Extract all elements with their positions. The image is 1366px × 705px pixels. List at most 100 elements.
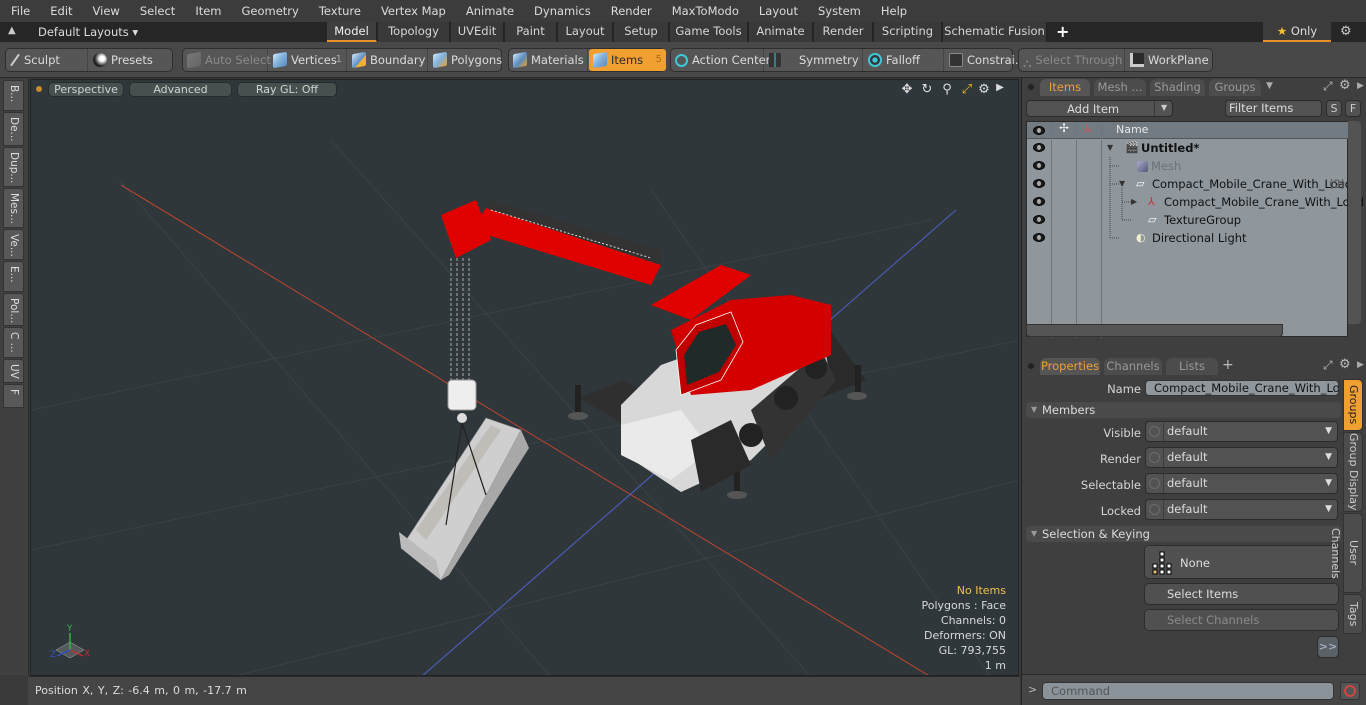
menu-select[interactable]: Select bbox=[129, 0, 184, 22]
left-tab-basic[interactable]: B... bbox=[3, 80, 24, 111]
tab-scripting[interactable]: Scripting bbox=[874, 22, 942, 42]
menu-dynamics[interactable]: Dynamics bbox=[523, 0, 600, 22]
visible-dropdown[interactable]: default ▼ bbox=[1145, 421, 1338, 442]
left-tab-uv[interactable]: UV bbox=[3, 359, 24, 383]
tab-render[interactable]: Render bbox=[814, 22, 873, 42]
menu-view[interactable]: View bbox=[82, 0, 129, 22]
menu-help[interactable]: Help bbox=[870, 0, 916, 22]
tab-channels[interactable]: Channels bbox=[1104, 358, 1162, 375]
tab-topology[interactable]: Topology bbox=[378, 22, 450, 42]
more-button[interactable]: >> bbox=[1317, 636, 1339, 658]
constraints-button[interactable]: Constrai... bbox=[945, 49, 1026, 71]
left-tab-fusion[interactable]: F ... bbox=[3, 384, 24, 408]
panel-arrow-icon[interactable]: ▶ bbox=[1357, 81, 1364, 91]
left-tab-deform[interactable]: De... bbox=[3, 112, 24, 146]
left-tab-vertex[interactable]: Ve... bbox=[3, 229, 24, 260]
tree-row-mesh[interactable]: Mesh bbox=[1027, 157, 1349, 175]
tab-uvedit[interactable]: UVEdit bbox=[451, 22, 504, 42]
tab-animate[interactable]: Animate bbox=[749, 22, 813, 42]
select-through-button[interactable]: ⛬ Select Through bbox=[1019, 49, 1125, 71]
tab-game-tools[interactable]: Game Tools bbox=[670, 22, 748, 42]
panel-options-dot[interactable] bbox=[1028, 84, 1034, 90]
action-center-button[interactable]: Action Center bbox=[671, 49, 770, 71]
items-button[interactable]: Items 5 bbox=[589, 49, 666, 71]
maximize-panel-icon[interactable]: ⤢ bbox=[1323, 79, 1333, 94]
select-items-button[interactable]: Select Items bbox=[1144, 583, 1339, 605]
gear-icon[interactable]: ⚙ bbox=[1340, 24, 1352, 39]
tab-lists[interactable]: Lists bbox=[1166, 358, 1218, 375]
raygl-button[interactable]: Ray GL: Off bbox=[237, 82, 337, 97]
visibility-toggle-icon[interactable] bbox=[1033, 179, 1045, 188]
auto-select-button[interactable]: Auto Select bbox=[183, 49, 271, 71]
side-tab-user-channels[interactable]: User Channels bbox=[1329, 513, 1363, 593]
visibility-toggle-icon[interactable] bbox=[1033, 215, 1045, 224]
shading-mode-button[interactable]: Advanced bbox=[129, 82, 232, 97]
panel-arrow-icon[interactable]: ▶ bbox=[1357, 360, 1364, 370]
tab-paint[interactable]: Paint bbox=[505, 22, 557, 42]
only-filter-tab[interactable]: ★ Only bbox=[1263, 22, 1331, 42]
f-filter-button[interactable]: F bbox=[1345, 100, 1361, 117]
items-horizontal-scrollbar[interactable] bbox=[1026, 324, 1283, 337]
selectable-dropdown[interactable]: default ▼ bbox=[1145, 473, 1338, 494]
name-input[interactable]: Compact_Mobile_Crane_With_Load (3 bbox=[1145, 380, 1339, 396]
left-tab-mesh-edit[interactable]: Mes... bbox=[3, 188, 24, 228]
expand-arrow-icon[interactable]: ▶ bbox=[992, 82, 1008, 93]
menu-file[interactable]: File bbox=[0, 0, 39, 22]
3d-viewport[interactable]: Y X Z Perspective Advanced Ray GL: Off ✥… bbox=[30, 79, 1019, 676]
command-input[interactable]: Command bbox=[1042, 682, 1334, 700]
menu-animate[interactable]: Animate bbox=[455, 0, 523, 22]
tab-items[interactable]: Items bbox=[1040, 79, 1090, 96]
vertices-button[interactable]: Vertices 1 bbox=[269, 49, 347, 71]
collapse-up-icon[interactable]: ▲ bbox=[8, 25, 16, 36]
rotate-icon[interactable]: ↻ bbox=[919, 82, 935, 97]
side-tab-tags[interactable]: Tags bbox=[1343, 594, 1363, 634]
tree-row-crane-group[interactable]: ▼ ▱ Compact_Mobile_Crane_With_Load (2) bbox=[1027, 175, 1352, 193]
concrete-load[interactable] bbox=[399, 417, 529, 581]
items-vertical-scrollbar[interactable] bbox=[1348, 121, 1361, 324]
view-mode-button[interactable]: Perspective bbox=[48, 82, 124, 97]
viewport-options-dot[interactable] bbox=[36, 86, 42, 92]
tree-row-untitled[interactable]: ▼ 🎬 Untitled* bbox=[1027, 139, 1349, 157]
panel-gear-icon[interactable]: ⚙ bbox=[1339, 78, 1351, 93]
menu-geometry[interactable]: Geometry bbox=[231, 0, 308, 22]
panel-options-dot[interactable] bbox=[1028, 363, 1034, 369]
menu-maxtomodo[interactable]: MaxToModo bbox=[661, 0, 748, 22]
tab-groups[interactable]: Groups bbox=[1209, 79, 1261, 96]
selection-keying-section-header[interactable]: ▼ Selection & Keying bbox=[1026, 526, 1341, 542]
left-tab-duplicate[interactable]: Dup... bbox=[3, 147, 24, 187]
pan-icon[interactable]: ✥ bbox=[899, 82, 915, 97]
menu-texture[interactable]: Texture bbox=[308, 0, 370, 22]
polygons-button[interactable]: Polygons bbox=[429, 49, 502, 71]
boundary-button[interactable]: Boundary bbox=[348, 49, 428, 71]
menu-system[interactable]: System bbox=[807, 0, 870, 22]
materials-button[interactable]: Materials bbox=[509, 49, 588, 71]
side-tab-groups[interactable]: Groups bbox=[1343, 379, 1363, 431]
tree-row-texturegroup[interactable]: ▱ TextureGroup bbox=[1027, 211, 1349, 229]
s-filter-button[interactable]: S bbox=[1326, 100, 1342, 117]
locked-dropdown[interactable]: default ▼ bbox=[1145, 499, 1338, 520]
zoom-icon[interactable]: ⚲ bbox=[939, 82, 955, 97]
menu-render[interactable]: Render bbox=[600, 0, 661, 22]
side-tab-group-display[interactable]: Group Display bbox=[1343, 432, 1363, 512]
left-tab-edge[interactable]: E... bbox=[3, 261, 24, 292]
maximize-panel-icon[interactable]: ⤢ bbox=[1323, 358, 1333, 373]
sculpt-button[interactable]: Sculpt bbox=[6, 49, 88, 71]
expand-arrow-icon[interactable]: ▶ bbox=[1131, 193, 1137, 211]
tree-row-directional-light[interactable]: ◐ Directional Light bbox=[1027, 229, 1349, 247]
tree-row-crane-locator[interactable]: ▶ ⅄ Compact_Mobile_Crane_With_Load bbox=[1027, 193, 1364, 211]
render-dropdown[interactable]: default ▼ bbox=[1145, 447, 1338, 468]
expand-arrow-icon[interactable]: ▼ bbox=[1107, 139, 1113, 157]
menu-edit[interactable]: Edit bbox=[39, 0, 81, 22]
tab-setup[interactable]: Setup bbox=[614, 22, 669, 42]
menu-item[interactable]: Item bbox=[184, 0, 230, 22]
visibility-toggle-icon[interactable] bbox=[1033, 197, 1045, 206]
tab-mesh[interactable]: Mesh ... bbox=[1094, 79, 1146, 96]
visibility-toggle-icon[interactable] bbox=[1033, 143, 1045, 152]
left-tab-curve[interactable]: C ... bbox=[3, 327, 24, 358]
left-tab-polygon[interactable]: Pol... bbox=[3, 293, 24, 326]
filter-items-input[interactable]: Filter Items bbox=[1225, 100, 1322, 117]
menu-layout[interactable]: Layout bbox=[748, 0, 807, 22]
tab-schematic-fusion[interactable]: Schematic Fusion bbox=[943, 22, 1047, 42]
panel-gear-icon[interactable]: ⚙ bbox=[1339, 357, 1351, 372]
tab-properties[interactable]: Properties bbox=[1040, 358, 1100, 375]
